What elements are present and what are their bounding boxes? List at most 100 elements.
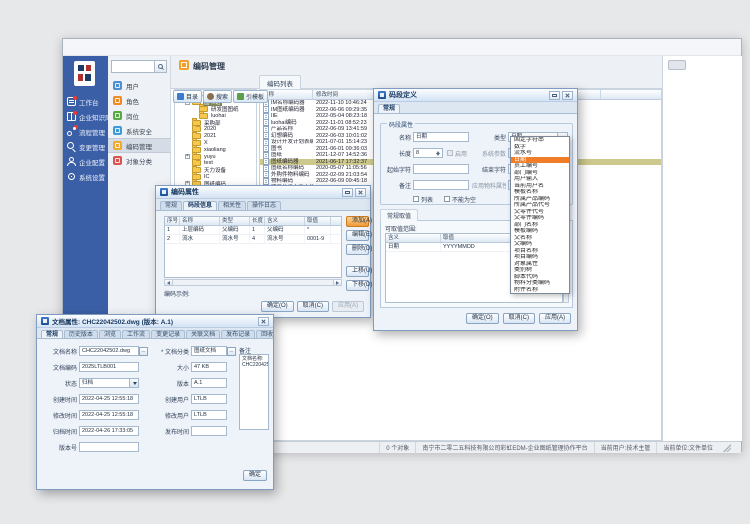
checkbox-label: 启用 xyxy=(455,149,467,158)
table-hscrollbar[interactable] xyxy=(164,279,342,286)
value-subtab[interactable]: 常规取值 xyxy=(380,209,418,221)
delete-button[interactable]: 删除(D) xyxy=(346,244,369,255)
field-大小[interactable]: 47 KB xyxy=(191,362,227,372)
tree-node[interactable]: 采购部 xyxy=(175,119,256,126)
pane-toggle-button[interactable] xyxy=(668,60,686,70)
maximize-button[interactable] xyxy=(549,91,560,100)
tree-node[interactable]: 天力设备 xyxy=(175,167,256,174)
form-row: 文档编码2025LTLB001大小47 KB xyxy=(43,359,237,375)
sidebar-item[interactable]: 变更管理 xyxy=(63,139,108,154)
scroll-right-icon[interactable] xyxy=(333,280,341,285)
cancel-button[interactable]: 取消(C) xyxy=(503,313,535,324)
module-item[interactable]: 岗位 xyxy=(108,108,171,123)
field-状态[interactable]: 归档 xyxy=(79,378,139,388)
field-版本[interactable]: A.1 xyxy=(191,378,227,388)
ok-button[interactable]: 确定 xyxy=(243,470,267,481)
column-header[interactable]: 取值 xyxy=(305,217,331,225)
tab-general[interactable]: 常规 xyxy=(378,104,400,113)
edit-button[interactable]: 编辑(E) xyxy=(346,230,369,241)
module-item[interactable]: 系统安全 xyxy=(108,123,171,138)
column-header[interactable]: 名称 xyxy=(180,217,220,225)
checkbox-wrap: 不能为空 xyxy=(444,195,476,204)
tab-相关性[interactable]: 相关性 xyxy=(218,201,246,210)
column-header[interactable]: 长度 xyxy=(250,217,265,225)
tree-node[interactable]: 研发图图纸 xyxy=(175,106,256,113)
move-up-button[interactable]: 上移(U) xyxy=(346,266,369,277)
field-归档时间[interactable]: 2022-04-26 17:33:05 xyxy=(79,426,139,436)
module-item[interactable]: 角色 xyxy=(108,93,171,108)
field-备注[interactable] xyxy=(413,180,469,190)
field-名称[interactable]: 日期 xyxy=(413,132,469,142)
field-发布时间[interactable] xyxy=(191,426,227,436)
search-input[interactable] xyxy=(111,60,155,73)
close-icon[interactable] xyxy=(258,317,269,326)
checkbox[interactable] xyxy=(413,196,419,202)
field-* 文档分类[interactable]: 图纸文档 xyxy=(191,346,227,356)
column-header[interactable]: 含义 xyxy=(265,217,305,225)
tab-常规[interactable]: 常规 xyxy=(160,201,182,210)
note-field[interactable]: 文档名称: CHC22042502.dwg xyxy=(239,354,269,430)
tab-常规[interactable]: 常规 xyxy=(41,330,63,338)
toolbar-button[interactable]: 搜索 xyxy=(203,90,232,103)
sidebar-item[interactable]: 系统设置 xyxy=(63,169,108,184)
field-起始字符[interactable] xyxy=(413,164,469,174)
sidebar-item[interactable]: 流程管理 xyxy=(63,124,108,139)
ok-button[interactable]: 确定(O) xyxy=(466,313,499,324)
close-icon[interactable] xyxy=(562,91,573,100)
tab-浏览[interactable]: 浏览 xyxy=(99,330,121,338)
scroll-left-icon[interactable] xyxy=(165,280,173,285)
tab-码段信息[interactable]: 码段信息 xyxy=(183,201,217,210)
column-header[interactable]: 含义 xyxy=(386,234,441,242)
list-tab[interactable]: 编码列表 xyxy=(259,75,301,89)
close-icon[interactable] xyxy=(355,188,366,197)
toolbar-button[interactable]: 目录 xyxy=(173,90,202,103)
tab-发布记录[interactable]: 发布记录 xyxy=(221,330,255,338)
field-创建用户[interactable]: LTLB xyxy=(191,394,227,404)
apply-button[interactable]: 应用(A) xyxy=(332,301,364,312)
module-item[interactable]: 编码管理 xyxy=(108,138,171,153)
field-文档编码[interactable]: 2025LTLB001 xyxy=(79,362,139,372)
table-cell: 流水号 xyxy=(265,235,305,243)
resize-grip[interactable] xyxy=(723,444,731,452)
field-版本号[interactable] xyxy=(79,442,139,452)
module-item[interactable]: 用户 xyxy=(108,78,171,93)
column-header[interactable]: 序号 xyxy=(165,217,180,225)
sidebar-item[interactable]: 企业知识库 xyxy=(63,109,108,124)
table-row[interactable]: 2流水流水号4流水号0001-9 xyxy=(165,235,341,244)
tree-expander[interactable]: + xyxy=(185,154,190,159)
tab-关联文档[interactable]: 关联文档 xyxy=(186,330,220,338)
sidebar-item[interactable]: 工作台 xyxy=(63,94,108,109)
field-修改时间[interactable]: 2022-04-25 12:55:18 xyxy=(79,410,139,420)
ok-button[interactable]: 确定(O) xyxy=(261,301,294,312)
browse-button[interactable]: ... xyxy=(139,347,148,356)
tab-操作日志[interactable]: 操作日志 xyxy=(247,201,281,210)
browse-button[interactable]: ... xyxy=(227,347,236,356)
table-cell: 2 xyxy=(165,235,180,243)
toolbar-button[interactable]: 引模板 xyxy=(233,90,268,103)
tab-回收记录[interactable]: 回收记录 xyxy=(256,330,273,338)
field-长度[interactable]: 8 xyxy=(413,148,443,158)
apply-button[interactable]: 应用(A) xyxy=(539,313,571,324)
table-row[interactable]: 1上层编码父编码1父编码* xyxy=(165,226,341,235)
module-item[interactable]: 对象分类 xyxy=(108,153,171,168)
tab-变更记录[interactable]: 变更记录 xyxy=(151,330,185,338)
column-header[interactable]: 类型 xyxy=(220,217,250,225)
tab-工作流[interactable]: 工作流 xyxy=(122,330,150,338)
move-down-button[interactable]: 下移(D) xyxy=(346,280,369,291)
tree-node[interactable]: 2021 xyxy=(175,133,256,140)
checkbox[interactable] xyxy=(447,150,453,156)
field-创建时间[interactable]: 2022-04-25 12:55:18 xyxy=(79,394,139,404)
tab-历史版本[interactable]: 历史版本 xyxy=(64,330,98,338)
tree-node[interactable]: +yuyu xyxy=(175,153,256,160)
tree-node[interactable]: X xyxy=(175,140,256,147)
sidebar-item[interactable]: 企业配置 xyxy=(63,154,108,169)
field-修改用户[interactable]: LTLB xyxy=(191,410,227,420)
search-icon[interactable] xyxy=(155,60,167,73)
cancel-button[interactable]: 取消(C) xyxy=(297,301,329,312)
tree-node[interactable]: 2020 xyxy=(175,126,256,133)
maximize-button[interactable] xyxy=(342,188,353,197)
field-文档名称[interactable]: CHC22042502.dwg xyxy=(79,346,139,356)
dropdown-option[interactable]: 附件名称 xyxy=(511,287,569,294)
add-button[interactable]: 添加(A) xyxy=(346,216,369,227)
checkbox[interactable] xyxy=(444,196,450,202)
